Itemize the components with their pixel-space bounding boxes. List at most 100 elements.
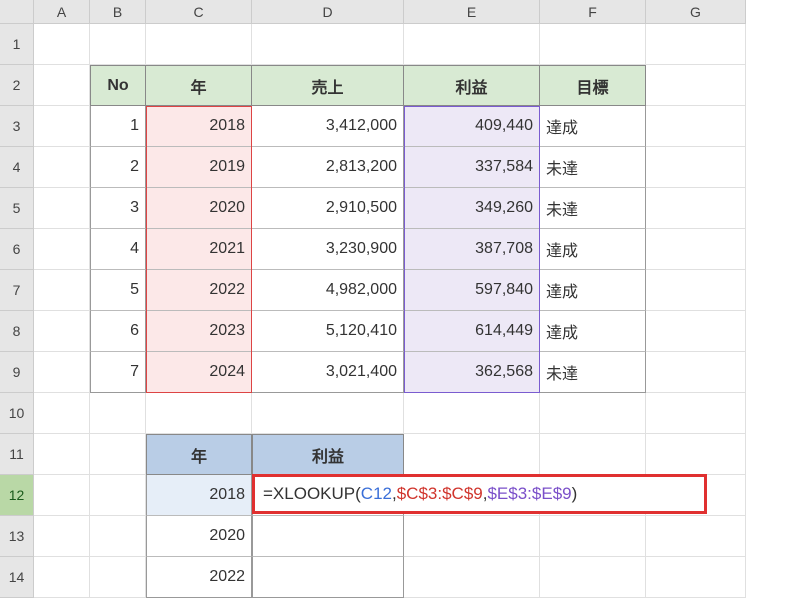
col-header-c[interactable]: C — [146, 0, 252, 24]
cell-year[interactable]: 2024 — [146, 352, 252, 393]
cell[interactable] — [90, 393, 146, 434]
cell[interactable] — [90, 516, 146, 557]
cell-target[interactable]: 未達 — [540, 352, 646, 393]
cell-year[interactable]: 2018 — [146, 106, 252, 147]
cell-year[interactable]: 2019 — [146, 147, 252, 188]
cell-no[interactable]: 4 — [90, 229, 146, 270]
cell-target[interactable]: 未達 — [540, 188, 646, 229]
cell-no[interactable]: 1 — [90, 106, 146, 147]
select-all-corner[interactable] — [0, 0, 34, 24]
cell[interactable] — [646, 516, 746, 557]
cell[interactable] — [34, 270, 90, 311]
cell-sales[interactable]: 3,230,900 — [252, 229, 404, 270]
cell[interactable] — [540, 24, 646, 65]
cell-target[interactable]: 達成 — [540, 106, 646, 147]
cell-target[interactable]: 達成 — [540, 229, 646, 270]
col-header-g[interactable]: G — [646, 0, 746, 24]
col-header-f[interactable]: F — [540, 0, 646, 24]
cell[interactable] — [646, 352, 746, 393]
cell-year[interactable]: 2022 — [146, 270, 252, 311]
lookup-header-profit[interactable]: 利益 — [252, 434, 404, 475]
table-header-target[interactable]: 目標 — [540, 65, 646, 106]
cell[interactable] — [34, 352, 90, 393]
cell-profit[interactable]: 614,449 — [404, 311, 540, 352]
row-header-5[interactable]: 5 — [0, 188, 34, 229]
cell[interactable] — [34, 516, 90, 557]
cell[interactable] — [646, 270, 746, 311]
col-header-a[interactable]: A — [34, 0, 90, 24]
row-header-9[interactable]: 9 — [0, 352, 34, 393]
cell-sales[interactable]: 3,412,000 — [252, 106, 404, 147]
cell[interactable] — [34, 106, 90, 147]
cell-sales[interactable]: 3,021,400 — [252, 352, 404, 393]
row-header-6[interactable]: 6 — [0, 229, 34, 270]
cell-no[interactable]: 3 — [90, 188, 146, 229]
row-header-4[interactable]: 4 — [0, 147, 34, 188]
row-header-8[interactable]: 8 — [0, 311, 34, 352]
cell[interactable] — [90, 475, 146, 516]
cell[interactable] — [540, 516, 646, 557]
col-header-d[interactable]: D — [252, 0, 404, 24]
row-header-1[interactable]: 1 — [0, 24, 34, 65]
table-header-profit[interactable]: 利益 — [404, 65, 540, 106]
cell-sales[interactable]: 2,813,200 — [252, 147, 404, 188]
row-header-13[interactable]: 13 — [0, 516, 34, 557]
lookup-year[interactable]: 2018 — [146, 475, 252, 516]
cell[interactable] — [646, 24, 746, 65]
table-header-sales[interactable]: 売上 — [252, 65, 404, 106]
cell[interactable] — [646, 188, 746, 229]
row-header-7[interactable]: 7 — [0, 270, 34, 311]
cell-sales[interactable]: 4,982,000 — [252, 270, 404, 311]
cell-no[interactable]: 7 — [90, 352, 146, 393]
cell[interactable] — [646, 147, 746, 188]
lookup-header-year[interactable]: 年 — [146, 434, 252, 475]
cell[interactable] — [540, 434, 646, 475]
cell[interactable] — [34, 147, 90, 188]
table-header-no[interactable]: No — [90, 65, 146, 106]
cell-no[interactable]: 6 — [90, 311, 146, 352]
cell-year[interactable]: 2021 — [146, 229, 252, 270]
cell[interactable] — [404, 24, 540, 65]
cell[interactable] — [90, 24, 146, 65]
lookup-profit[interactable] — [252, 516, 404, 557]
cell[interactable] — [34, 188, 90, 229]
cell-target[interactable]: 未達 — [540, 147, 646, 188]
cell[interactable] — [646, 229, 746, 270]
cell[interactable] — [90, 434, 146, 475]
row-header-2[interactable]: 2 — [0, 65, 34, 106]
cell[interactable] — [34, 434, 90, 475]
cell[interactable] — [646, 393, 746, 434]
col-header-b[interactable]: B — [90, 0, 146, 24]
lookup-profit[interactable] — [252, 557, 404, 598]
cell[interactable] — [646, 434, 746, 475]
cell[interactable] — [34, 311, 90, 352]
cell-year[interactable]: 2023 — [146, 311, 252, 352]
lookup-year[interactable]: 2022 — [146, 557, 252, 598]
cell[interactable] — [540, 557, 646, 598]
cell-profit[interactable]: 337,584 — [404, 147, 540, 188]
cell-sales[interactable]: 2,910,500 — [252, 188, 404, 229]
cell-profit[interactable]: 387,708 — [404, 229, 540, 270]
cell[interactable] — [34, 557, 90, 598]
cell-profit[interactable]: 362,568 — [404, 352, 540, 393]
formula-edit-box[interactable]: =XLOOKUP( C12 , $C$3:$C$9 , $E$3:$E$9 ) — [252, 474, 707, 514]
row-header-11[interactable]: 11 — [0, 434, 34, 475]
cell-target[interactable]: 達成 — [540, 311, 646, 352]
cell[interactable] — [646, 311, 746, 352]
cell[interactable] — [146, 24, 252, 65]
cell[interactable] — [146, 393, 252, 434]
row-header-3[interactable]: 3 — [0, 106, 34, 147]
cell-no[interactable]: 5 — [90, 270, 146, 311]
cell-profit[interactable]: 349,260 — [404, 188, 540, 229]
cell[interactable] — [34, 475, 90, 516]
cell[interactable] — [34, 65, 90, 106]
row-header-10[interactable]: 10 — [0, 393, 34, 434]
cell[interactable] — [90, 557, 146, 598]
cell-no[interactable]: 2 — [90, 147, 146, 188]
cell[interactable] — [646, 557, 746, 598]
lookup-year[interactable]: 2020 — [146, 516, 252, 557]
cell-profit[interactable]: 409,440 — [404, 106, 540, 147]
cell[interactable] — [34, 393, 90, 434]
cell-profit[interactable]: 597,840 — [404, 270, 540, 311]
cell-sales[interactable]: 5,120,410 — [252, 311, 404, 352]
